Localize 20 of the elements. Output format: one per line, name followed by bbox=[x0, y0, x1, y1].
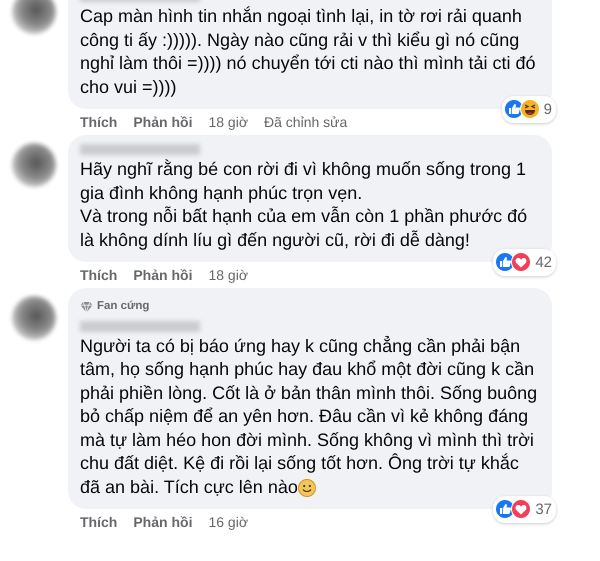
edited-label[interactable]: Đã chỉnh sửa bbox=[264, 114, 348, 130]
timestamp[interactable]: 18 giờ bbox=[208, 114, 248, 130]
reply-link[interactable]: Phản hồi bbox=[133, 267, 192, 283]
like-link[interactable]: Thích bbox=[80, 267, 118, 283]
like-link[interactable]: Thích bbox=[80, 114, 118, 130]
badge-label: Fan cứng bbox=[97, 299, 150, 314]
avatar[interactable] bbox=[12, 143, 56, 187]
laughing-face-icon bbox=[520, 99, 540, 120]
timestamp[interactable]: 18 giờ bbox=[208, 267, 248, 283]
comment-text: Người ta có bị báo ứng hay k cũng chẳng cần phải bận tâm, họ sống hạnh phúc hay đau khổ một đời cũng k cần phải phiền lòng. Cốt là ở bản thân mình thôi. Sống buông bỏ chấp niệm để an yên hơn. Đâu cần vì kẻ không đáng mà tự làm héo hon đời mình. Sống không vì mình thì trời chu đất diệt. Kệ đi rồi lại sống tốt hơn. Ông trời tự khắc đã an bài. Tích cực lên nào bbox=[80, 334, 538, 498]
reaction-summary[interactable]: 37 bbox=[493, 496, 556, 523]
reaction-summary[interactable]: 9 bbox=[502, 96, 556, 123]
reply-link[interactable]: Phản hồi bbox=[133, 114, 192, 130]
avatar[interactable] bbox=[12, 296, 56, 340]
timestamp[interactable]: 16 giờ bbox=[208, 514, 248, 530]
reply-link[interactable]: Phản hồi bbox=[133, 514, 192, 530]
avatar[interactable] bbox=[12, 0, 56, 34]
reaction-summary[interactable]: 42 bbox=[493, 248, 556, 276]
like-link[interactable]: Thích bbox=[80, 514, 118, 530]
diamond-icon bbox=[80, 300, 93, 313]
